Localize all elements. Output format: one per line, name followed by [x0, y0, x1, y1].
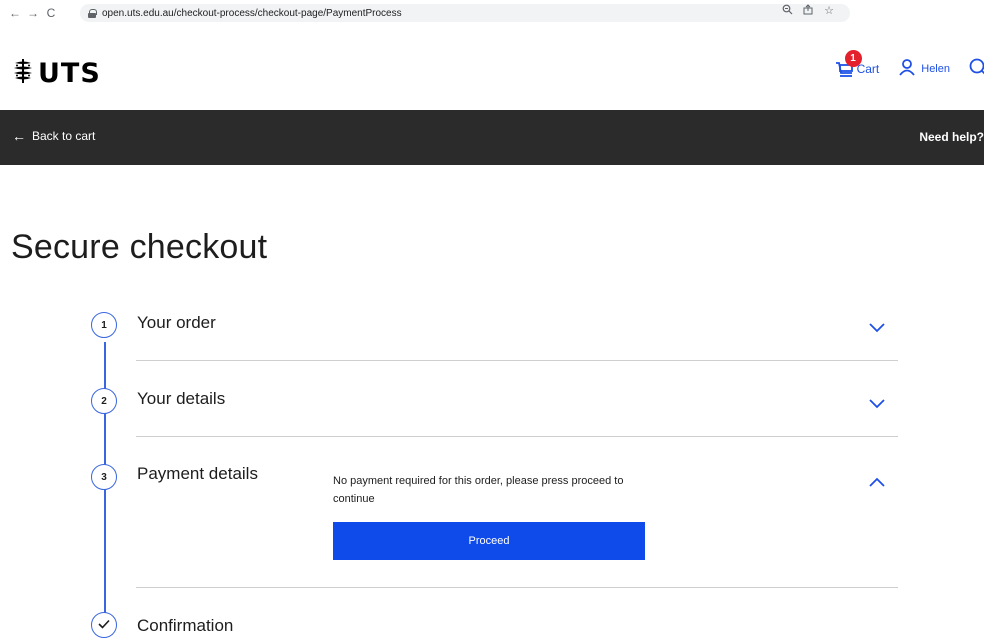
account-button[interactable]: Helen: [899, 58, 950, 79]
step-3-number: 3: [91, 464, 117, 490]
bookmark-star-icon[interactable]: ☆: [824, 4, 834, 18]
chevron-down-icon[interactable]: [869, 396, 885, 409]
step-confirmation: Confirmation: [137, 616, 234, 635]
user-name: Helen: [921, 62, 950, 75]
browser-toolbar: ← → C open.uts.edu.au/checkout-process/c…: [0, 0, 984, 26]
share-icon[interactable]: [803, 4, 814, 18]
arrow-left-icon: ←: [12, 128, 26, 144]
zoom-icon[interactable]: [782, 4, 793, 18]
proceed-button[interactable]: Proceed: [333, 522, 645, 560]
back-to-cart-label: Back to cart: [32, 129, 96, 143]
logo-text: UTS: [38, 58, 101, 89]
browser-reload-icon[interactable]: C: [42, 6, 60, 20]
step-divider: [136, 436, 898, 437]
step-payment-details[interactable]: Payment details: [137, 464, 258, 484]
user-icon: [899, 58, 915, 79]
browser-back-icon[interactable]: ←: [6, 6, 24, 20]
uts-crest-icon: [12, 59, 34, 88]
need-help-link[interactable]: Need help?: [919, 130, 984, 144]
step-your-details[interactable]: Your details: [137, 389, 225, 409]
page-title: Secure checkout: [11, 228, 268, 266]
step-2-number: 2: [91, 388, 117, 414]
step-your-order[interactable]: Your order: [137, 313, 216, 333]
step-4-check: [91, 612, 117, 638]
url-text: open.uts.edu.au/checkout-process/checkou…: [102, 7, 402, 19]
address-bar[interactable]: open.uts.edu.au/checkout-process/checkou…: [80, 4, 850, 22]
search-icon[interactable]: [968, 58, 984, 79]
checkout-nav-bar: ← Back to cart Need help?: [0, 110, 984, 165]
step-1-number: 1: [91, 312, 117, 338]
checkmark-icon: [98, 619, 110, 632]
browser-forward-icon[interactable]: →: [24, 6, 42, 20]
browser-actions: ☆: [782, 4, 834, 18]
header-actions: 1 Cart Helen: [835, 49, 984, 79]
checkout-steps: 1 Your order 2 Your details 3 Payment de…: [0, 300, 984, 639]
chevron-up-icon[interactable]: [869, 474, 885, 487]
payment-note: No payment required for this order, plea…: [333, 475, 624, 505]
step-divider: [136, 360, 898, 361]
uts-logo[interactable]: UTS: [12, 58, 101, 89]
back-to-cart-link[interactable]: ← Back to cart: [12, 129, 95, 143]
chevron-down-icon[interactable]: [869, 320, 885, 333]
cart-button[interactable]: 1 Cart: [835, 49, 879, 78]
cart-count-badge: 1: [844, 49, 862, 67]
step-divider: [136, 587, 898, 588]
site-header: UTS 1 Cart Helen: [0, 26, 984, 110]
lock-icon: [88, 8, 97, 18]
